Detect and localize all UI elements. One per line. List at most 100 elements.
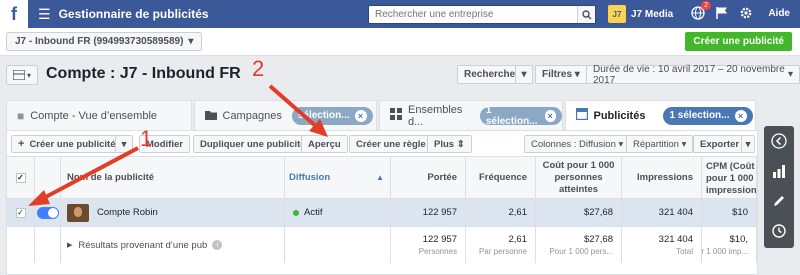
table-row[interactable]: ✓ Compte Robin Actif 122 957 2,61 $27,68… bbox=[7, 199, 757, 227]
collapse-arrow-icon[interactable] bbox=[770, 132, 788, 150]
delivery-cell: Actif bbox=[285, 199, 391, 226]
summary-impressions-cell: 321 404 Total bbox=[622, 227, 702, 263]
column-header-delivery[interactable]: Diffusion ▲ bbox=[285, 157, 391, 198]
up-down-chevron-icon: ⇕ bbox=[456, 138, 465, 150]
selection-pill: sélection... × bbox=[291, 106, 373, 125]
grid-view-icon bbox=[12, 70, 25, 80]
view-switcher-button[interactable]: ▾ bbox=[6, 65, 38, 85]
business-search-input[interactable] bbox=[369, 6, 577, 23]
menu-icon[interactable]: ☰ bbox=[38, 6, 51, 23]
summary-cost-unit: Pour 1 000 pers... bbox=[549, 247, 613, 256]
ad-status-toggle[interactable] bbox=[35, 199, 61, 226]
summary-delivery-cell bbox=[285, 227, 391, 263]
summary-spacer bbox=[35, 227, 61, 263]
summary-label-cell[interactable]: ▶ Résultats provenant d’une pub i bbox=[61, 227, 285, 263]
column-header-name[interactable]: Nom de la publicité bbox=[61, 157, 285, 198]
column-header-cpm[interactable]: CPM (Coût pour 1 000 impressions) bbox=[702, 157, 757, 198]
tab-account-overview[interactable]: ■ Compte - Vue d’ensemble bbox=[6, 100, 192, 130]
select-all-checkbox[interactable]: ✓ bbox=[7, 157, 35, 198]
ad-name[interactable]: Compte Robin bbox=[97, 207, 158, 218]
check-icon: ✓ bbox=[15, 207, 26, 218]
summary-cpm-unit: Pour 1 000 imp... bbox=[702, 247, 748, 256]
notification-badge: 2 bbox=[701, 1, 711, 10]
account-avatar: J7 bbox=[608, 5, 626, 23]
create-ad-toolbar-button[interactable]: + Créer une publicité bbox=[11, 135, 123, 153]
account-name: J7 Media bbox=[631, 8, 674, 20]
tab-label: Compte - Vue d’ensemble bbox=[30, 109, 158, 122]
ad-name-cell[interactable]: Compte Robin bbox=[61, 199, 285, 226]
facebook-logo-icon[interactable]: f bbox=[0, 0, 28, 28]
column-header-cost-per-1000[interactable]: Coût pour 1 000 personnes atteintes bbox=[536, 157, 622, 198]
tab-label: Campagnes bbox=[222, 109, 282, 122]
ad-icon bbox=[575, 107, 588, 123]
chevron-down-icon: ▾ bbox=[188, 36, 194, 47]
bar-chart-icon[interactable] bbox=[770, 162, 788, 180]
columns-button[interactable]: Colonnes : Diffusion ▾ bbox=[524, 135, 631, 153]
level-tabs: ■ Compte - Vue d’ensemble Campagnes séle… bbox=[6, 100, 758, 130]
export-button[interactable]: Exporter bbox=[693, 135, 747, 153]
column-header-impressions[interactable]: Impressions bbox=[622, 157, 702, 198]
summary-frequency: 2,61 bbox=[508, 234, 528, 245]
column-header-reach[interactable]: Portée bbox=[391, 157, 466, 198]
close-icon[interactable]: × bbox=[354, 109, 367, 122]
search-options-chevron-icon[interactable]: ▾ bbox=[515, 65, 533, 84]
summary-cpm-cell: $10, Pour 1 000 imp... bbox=[702, 227, 757, 263]
filters-button[interactable]: Filtres ▾ bbox=[535, 65, 587, 84]
more-button[interactable]: Plus ⇕ bbox=[427, 135, 472, 153]
top-icons: 2 bbox=[690, 1, 754, 21]
chevron-down-icon: ▾ bbox=[26, 70, 31, 80]
flag-icon[interactable] bbox=[714, 5, 730, 21]
preview-button[interactable]: Aperçu bbox=[301, 135, 348, 153]
more-label: Plus bbox=[434, 138, 455, 150]
breakdown-button[interactable]: Répartition ▾ bbox=[626, 135, 694, 153]
export-dropdown-chevron-icon[interactable]: ▾ bbox=[741, 135, 755, 153]
date-range-picker[interactable]: Durée de vie : 10 avril 2017 – 20 novemb… bbox=[586, 64, 800, 86]
right-tool-rail bbox=[764, 126, 794, 248]
gear-icon[interactable] bbox=[738, 5, 754, 21]
active-status-dot bbox=[293, 209, 299, 216]
close-icon[interactable]: × bbox=[544, 109, 556, 122]
app-title: Gestionnaire de publicités bbox=[58, 7, 209, 21]
close-icon[interactable]: × bbox=[734, 109, 747, 122]
globe-icon[interactable]: 2 bbox=[690, 1, 711, 21]
impressions-cell: 321 404 bbox=[622, 199, 702, 226]
ads-panel: + Créer une publicité ▾ Modifier Dupliqu… bbox=[6, 130, 758, 275]
table-header-row: ✓ Nom de la publicité Diffusion ▲ Portée… bbox=[7, 157, 757, 199]
summary-reach: 122 957 bbox=[422, 234, 457, 245]
summary-impressions: 321 404 bbox=[658, 234, 693, 245]
search-icon[interactable] bbox=[577, 6, 595, 23]
annotation-number-1: 1 bbox=[140, 126, 153, 151]
tab-label: Publicités bbox=[593, 109, 646, 122]
ads-toolbar: + Créer une publicité ▾ Modifier Dupliqu… bbox=[7, 131, 757, 157]
summary-frequency-cell: 2,61 Par personne bbox=[466, 227, 536, 263]
ad-account-selector[interactable]: J7 - Inbound FR (994993730589589) ▾ bbox=[6, 32, 203, 51]
summary-impressions-unit: Total bbox=[676, 247, 693, 256]
summary-spacer bbox=[7, 227, 35, 263]
create-ad-dropdown-chevron-icon[interactable]: ▾ bbox=[115, 135, 133, 153]
create-ad-button[interactable]: Créer une publicité bbox=[685, 32, 792, 51]
annotation-number-2: 2 bbox=[252, 56, 265, 81]
account-chip[interactable]: J7 J7 Media bbox=[608, 5, 673, 23]
tab-ad-sets[interactable]: Ensembles d... 1 sélection... × bbox=[379, 100, 563, 130]
pencil-icon[interactable] bbox=[770, 192, 788, 210]
tab-campaigns[interactable]: Campagnes sélection... × bbox=[193, 100, 377, 130]
top-bar: f ☰ Gestionnaire de publicités J7 J7 Med… bbox=[0, 0, 800, 28]
clock-icon[interactable] bbox=[770, 222, 788, 240]
summary-reach-cell: 122 957 Personnes bbox=[391, 227, 466, 263]
create-rule-button[interactable]: Créer une règle bbox=[349, 135, 433, 153]
summary-cpm: $10, bbox=[729, 234, 749, 245]
sort-ascending-icon: ▲ bbox=[376, 173, 384, 182]
summary-frequency-unit: Par personne bbox=[478, 247, 527, 256]
row-checkbox[interactable]: ✓ bbox=[7, 199, 35, 226]
create-ad-label: Créer une publicité bbox=[29, 138, 116, 150]
ad-set-grid-icon bbox=[390, 108, 402, 123]
home-icon: ■ bbox=[17, 108, 25, 123]
ad-account-label: J7 - Inbound FR (994993730589589) bbox=[15, 36, 184, 47]
column-header-frequency[interactable]: Fréquence bbox=[466, 157, 536, 198]
summary-label: Résultats provenant d’une pub bbox=[78, 239, 208, 251]
columns-label: Colonnes : Diffusion bbox=[531, 138, 616, 150]
plus-icon: + bbox=[18, 138, 25, 150]
help-link[interactable]: Aide bbox=[768, 8, 790, 19]
tab-ads[interactable]: Publicités 1 sélection... × bbox=[564, 100, 756, 130]
frequency-cell: 2,61 bbox=[466, 199, 536, 226]
